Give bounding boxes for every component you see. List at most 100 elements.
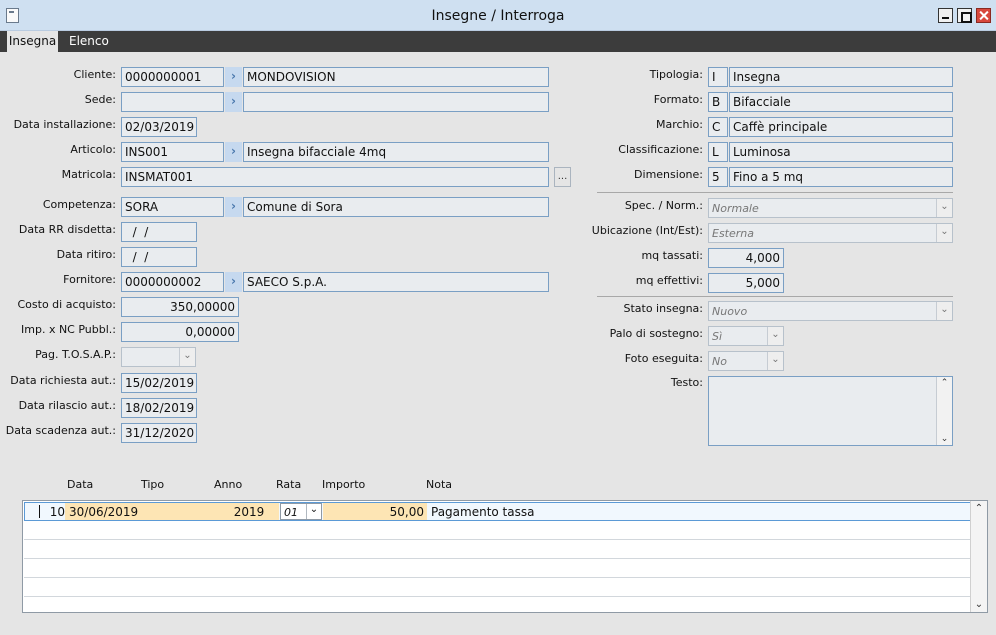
tipologia-label: Tipologia: [649,68,703,81]
dimensione-desc-field[interactable]: Fino a 5 mq [729,167,953,187]
ubicazione-label: Ubicazione (Int/Est): [591,224,703,237]
close-button[interactable] [976,8,991,23]
table-row[interactable]: 10 30/06/2019 2019 01 ⌄ 50,00 Pagamento … [24,502,972,521]
fornitore-code-field[interactable]: 0000000002 [121,272,224,292]
foto-eseguita-select[interactable]: No ⌄ [708,351,784,371]
marchio-code-field[interactable]: C [708,117,728,137]
grid-scrollbar[interactable]: ⌃ ⌄ [970,501,987,612]
row-importo[interactable]: 50,00 [323,503,427,520]
chevron-down-icon[interactable]: ⌄ [936,199,952,217]
mq-effettivi-field[interactable]: 5,000 [708,273,784,293]
foto-eseguita-value: No [712,355,727,368]
costo-acquisto-field[interactable]: 350,00000 [121,297,239,317]
formato-desc-field[interactable]: Bifacciale [729,92,953,112]
row-number[interactable]: 10 [47,503,65,520]
data-installazione-field[interactable]: 02/03/2019 [121,117,197,137]
row-anno[interactable]: 2019 [219,503,279,520]
palo-sostegno-select[interactable]: Sì ⌄ [708,326,784,346]
spec-norm-label: Spec. / Norm.: [624,199,703,212]
data-rr-disdetta-field[interactable]: / / [121,222,197,242]
mq-effettivi-label: mq effettivi: [635,274,703,287]
sede-desc-field[interactable] [243,92,549,112]
sede-code-field[interactable] [121,92,224,112]
row-rata-select[interactable]: 01 ⌄ [280,503,322,520]
col-header-data: Data [67,478,94,491]
chevron-up-icon[interactable]: ⌃ [971,503,987,514]
tipologia-desc-field[interactable]: Insegna [729,67,953,87]
fornitore-zoom-chevron-right-icon[interactable]: › [225,272,242,292]
classificazione-code-field[interactable]: L [708,142,728,162]
chevron-down-icon[interactable]: ⌄ [936,224,952,242]
palo-sostegno-value: Sì [712,330,723,343]
stato-insegna-value: Nuovo [712,305,748,318]
costo-acquisto-label: Costo di acquisto: [17,298,117,311]
sede-zoom-chevron-right-icon[interactable]: › [225,92,242,112]
tipologia-code-field[interactable]: I [708,67,728,87]
classificazione-desc-field[interactable]: Luminosa [729,142,953,162]
articolo-label: Articolo: [70,143,116,156]
chevron-down-icon[interactable]: ⌄ [971,599,987,610]
chevron-up-icon[interactable]: ⌃ [937,378,952,388]
articolo-code-field[interactable]: INS001 [121,142,224,162]
minimize-button[interactable] [938,8,953,23]
data-rilascio-aut-field[interactable]: 18/02/2019 [121,398,197,418]
competenza-desc-field[interactable]: Comune di Sora [243,197,549,217]
fornitore-label: Fornitore: [63,273,116,286]
chevron-down-icon[interactable]: ⌄ [306,504,321,519]
data-scadenza-aut-label: Data scadenza aut.: [5,424,116,437]
tab-bar: Insegna Elenco [0,31,996,52]
imp-nc-pubbl-label: Imp. x NC Pubbl.: [21,323,116,336]
data-ritiro-label: Data ritiro: [56,248,116,261]
sede-label: Sede: [84,93,116,106]
row-data[interactable]: 30/06/2019 [65,503,151,520]
articolo-desc-field[interactable]: Insegna bifacciale 4mq [243,142,549,162]
matricola-field[interactable]: INSMAT001 [121,167,549,187]
competenza-zoom-chevron-right-icon[interactable]: › [225,197,242,217]
stato-insegna-select[interactable]: Nuovo ⌄ [708,301,953,321]
articolo-zoom-chevron-right-icon[interactable]: › [225,142,242,162]
grid-divider [24,539,972,540]
divider [597,192,953,193]
imp-nc-pubbl-field[interactable]: 0,00000 [121,322,239,342]
testo-scrollbar[interactable]: ⌃ ⌄ [936,377,952,445]
ubicazione-select[interactable]: Esterna ⌄ [708,223,953,243]
data-scadenza-aut-field[interactable]: 31/12/2020 [121,423,197,443]
spec-norm-select[interactable]: Normale ⌄ [708,198,953,218]
chevron-down-icon[interactable]: ⌄ [937,434,952,444]
marchio-desc-field[interactable]: Caffè principale [729,117,953,137]
title-bar: Insegne / Interroga [0,0,996,31]
row-nota[interactable]: Pagamento tassa [431,503,731,520]
col-header-tipo: Tipo [141,478,165,491]
chevron-down-icon[interactable]: ⌄ [767,327,783,345]
dimensione-code-field[interactable]: 5 [708,167,728,187]
data-ritiro-field[interactable]: / / [121,247,197,267]
pag-tosap-select[interactable]: ⌄ [121,347,196,367]
cliente-desc-field[interactable]: MONDOVISION [243,67,549,87]
chevron-down-icon[interactable]: ⌄ [179,348,195,366]
testo-textarea[interactable]: ⌃ ⌄ [708,376,953,446]
competenza-label: Competenza: [42,198,116,211]
mq-tassati-field[interactable]: 4,000 [708,248,784,268]
formato-code-field[interactable]: B [708,92,728,112]
data-rr-disdetta-label: Data RR disdetta: [18,223,116,236]
col-header-importo: Importo [322,478,366,491]
competenza-code-field[interactable]: SORA [121,197,224,217]
foto-eseguita-label: Foto eseguita: [624,352,703,365]
marchio-label: Marchio: [655,118,703,131]
data-richiesta-aut-field[interactable]: 15/02/2019 [121,373,197,393]
maximize-button[interactable] [957,8,972,23]
testo-label: Testo: [670,376,703,389]
chevron-down-icon[interactable]: ⌄ [936,302,952,320]
tab-insegna[interactable]: Insegna [7,31,58,52]
fornitore-desc-field[interactable]: SAECO S.p.A. [243,272,549,292]
cliente-code-field[interactable]: 0000000001 [121,67,224,87]
row-tipo[interactable] [151,503,219,520]
mq-tassati-label: mq tassati: [641,249,703,262]
data-rilascio-aut-label: Data rilascio aut.: [18,399,116,412]
text-cursor [39,505,40,518]
data-richiesta-aut-label: Data richiesta aut.: [10,374,116,387]
window-title: Insegne / Interroga [431,8,565,24]
tab-elenco[interactable]: Elenco [69,31,109,52]
cliente-zoom-chevron-right-icon[interactable]: › [225,67,242,87]
chevron-down-icon[interactable]: ⌄ [767,352,783,370]
